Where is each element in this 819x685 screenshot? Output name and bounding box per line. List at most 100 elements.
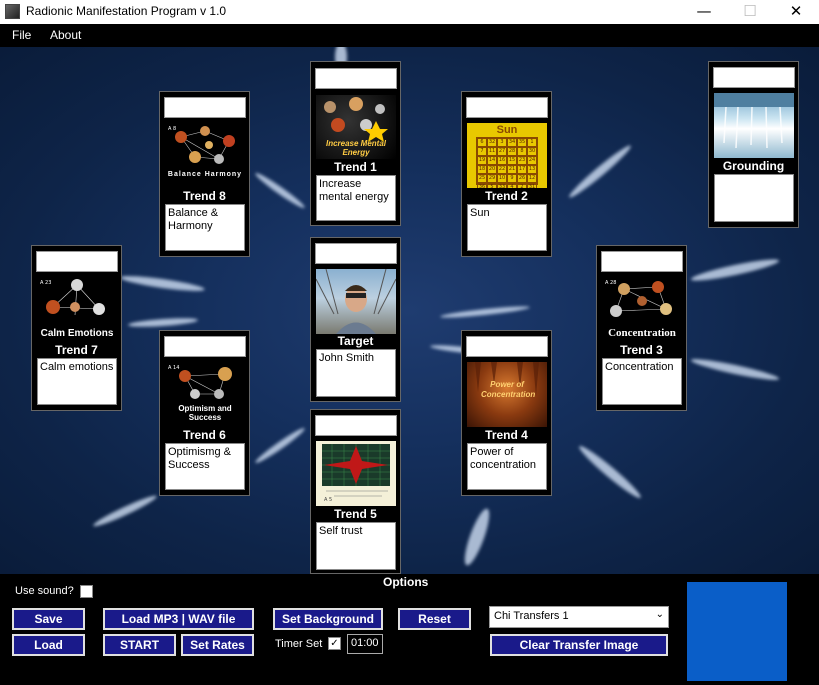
sun-grid-cell: 36 [477,183,487,188]
load-audio-button[interactable]: Load MP3 | WAV file [102,607,255,631]
trend2-card: Sun 6 32 3 34 35 1 7 11 27 28 8 30 19 14 16 15 23 24 18 20 2… [461,91,552,257]
sun-grid-cell: 30 [527,147,537,156]
trend6-card: A 14 Optimism and Success Trend 6 Optimi… [159,330,250,496]
sun-grid-cell: 29 [487,174,497,183]
trend5-card: A 5 Trend 5 Self trust [310,409,401,574]
use-sound-checkbox[interactable] [80,585,93,598]
trend8-card: A 8 Balance Harmony Trend 8 Balance & Ha… [159,91,250,257]
bg-streak [566,142,634,201]
star-grid-icon: A 5 [322,444,390,503]
target-photo[interactable] [316,269,396,334]
trend1-card: Increase Mental Energy Trend 1 Increase … [310,61,401,226]
trend8-image[interactable]: A 8 Balance Harmony [165,123,245,188]
trend8-text[interactable]: Balance & Harmony [165,204,245,251]
bg-streak [460,506,494,568]
trend4-image-caption: Power of Concentration [481,380,536,399]
sun-grid-cell: 11 [487,147,497,156]
target-name-input[interactable]: John Smith [316,349,396,397]
sun-grid-cell: 2 [517,183,527,188]
trend8-rate-box[interactable] [164,97,246,118]
grounding-text[interactable] [714,174,794,222]
app-icon [5,4,20,19]
trend3-label: Trend 3 [620,343,663,357]
menu-about[interactable]: About [50,28,81,42]
sun-grid-cell: 19 [477,156,487,165]
trend6-label: Trend 6 [183,428,226,442]
sun-grid-cell: 14 [487,156,497,165]
transfer-select[interactable]: Chi Transfers 1 ⌄ [489,606,669,628]
trend7-rate-box[interactable] [36,251,118,272]
window-title: Radionic Manifestation Program v 1.0 [26,4,227,18]
bg-streak [253,170,307,211]
trend3-image[interactable]: A 28 Concentration [602,277,682,342]
sun-grid-cell: 33 [497,183,507,188]
trend7-card: A 23 Calm Emotions Trend 7 Calm emotions [31,245,122,411]
grounding-label: Grounding [722,159,785,173]
target-card: Target John Smith [310,237,401,402]
trend7-text[interactable]: Calm emotions [37,358,117,405]
trend1-rate-box[interactable] [315,68,397,89]
trend4-image[interactable]: Power of Concentration [467,362,547,427]
options-title: Options [383,575,429,589]
trend5-image-tag: A 5 [324,497,332,503]
trend1-text[interactable]: Increase mental energy [316,175,396,221]
trend1-image[interactable]: Increase Mental Energy [316,95,396,159]
sun-magic-square: 6 32 3 34 35 1 7 11 27 28 8 30 19 14 16 15 23 24 18 20 22 21 1… [476,137,538,188]
trend6-image-tag: A 14 [168,365,179,371]
timer-label: Timer Set [275,638,323,650]
trend4-text[interactable]: Power of concentration [467,443,547,490]
sun-grid-cell: 32 [487,138,497,147]
sun-grid-cell: 24 [527,156,537,165]
start-button[interactable]: START [102,633,177,657]
sun-grid-cell: 4 [507,183,517,188]
trend3-image-tag: A 28 [605,280,616,286]
trend6-image[interactable]: A 14 Optimism and Success [165,362,245,427]
trend8-image-tag: A 8 [168,126,176,132]
trend5-rate-box[interactable] [315,415,397,436]
bg-streak [253,425,307,466]
trend5-image[interactable]: A 5 [316,441,396,506]
sun-grid-cell: 28 [507,147,517,156]
set-background-button[interactable]: Set Background [272,607,384,631]
sun-grid-cell: 8 [517,147,527,156]
set-rates-button[interactable]: Set Rates [180,633,255,657]
sun-grid-cell: 18 [477,165,487,174]
background-canvas: Increase Mental Energy Trend 1 Increase … [0,47,819,574]
trend3-text[interactable]: Concentration [602,358,682,405]
trend6-rate-box[interactable] [164,336,246,357]
sun-grid-cell: 1 [527,138,537,147]
timer-input[interactable]: 01:00 [347,634,383,654]
trend2-text[interactable]: Sun [467,204,547,251]
grounding-image[interactable] [714,93,794,158]
sun-grid-cell: 13 [527,165,537,174]
options-panel: Options Use sound? Save Load Load MP3 | … [0,574,819,685]
reset-button[interactable]: Reset [397,607,472,631]
bg-streak [91,492,159,530]
sun-grid-cell: 9 [507,174,517,183]
target-rate-box[interactable] [315,243,397,264]
trend7-image[interactable]: A 23 Calm Emotions [37,277,117,342]
bg-streak [439,304,531,320]
maximize-button[interactable]: ☐ [727,0,773,24]
trend3-rate-box[interactable] [601,251,683,272]
trend2-rate-box[interactable] [466,97,548,118]
load-button[interactable]: Load [11,633,86,657]
trend3-image-caption: Concentration [608,327,676,339]
grounding-card: Grounding [708,61,799,228]
menu-file[interactable]: File [12,28,31,42]
trend4-rate-box[interactable] [466,336,548,357]
trend6-text[interactable]: Optimismg & Success [165,443,245,490]
sun-grid-cell: 16 [497,156,507,165]
trend2-label: Trend 2 [485,189,528,203]
minimize-button[interactable]: — [681,0,727,24]
use-sound-label: Use sound? [15,585,74,597]
close-button[interactable]: ✕ [773,0,819,24]
sun-grid-cell: 3 [497,138,507,147]
save-button[interactable]: Save [11,607,86,631]
clear-transfer-button[interactable]: Clear Transfer Image [489,633,669,657]
trend5-text[interactable]: Self trust [316,522,396,570]
timer-checkbox[interactable]: ✓ [328,637,341,650]
bg-streak [127,316,199,329]
grounding-rate-box[interactable] [713,67,795,88]
trend2-image[interactable]: Sun 6 32 3 34 35 1 7 11 27 28 8 30 19 14 16 15 23 24 18 20 2… [467,123,547,188]
